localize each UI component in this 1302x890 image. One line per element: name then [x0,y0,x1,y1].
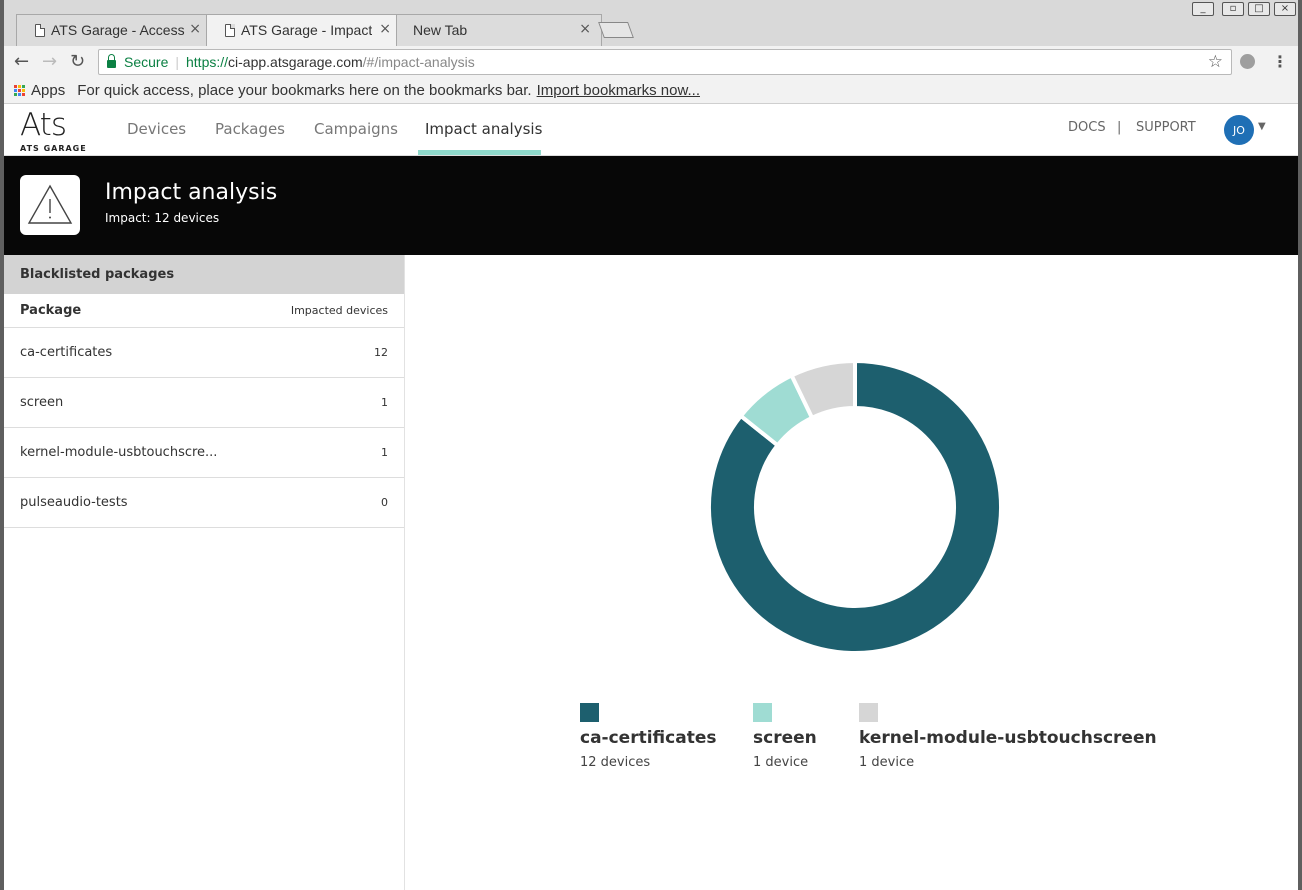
import-bookmarks-link[interactable]: Import bookmarks now... [537,82,700,99]
minimize-icon[interactable]: _ [1192,2,1214,16]
package-name: ca-certificates [20,345,113,360]
apps-link[interactable]: Apps [31,82,65,99]
column-impacted-devices: Impacted devices [290,304,388,317]
url-path: /#/impact-analysis [362,54,475,70]
table-row[interactable]: kernel-module-usbtouchscre... 1 [4,428,404,478]
ats-logo[interactable]: Ats ATS GARAGE [20,108,87,153]
divider: | [175,54,179,70]
impacted-count: 1 [381,396,388,409]
menu-icon[interactable]: ⋮ [1272,52,1288,71]
back-icon[interactable]: ← [14,51,29,72]
docs-link[interactable]: DOCS [1068,120,1106,135]
close-window-icon[interactable]: × [1274,2,1296,16]
page-icon [225,23,235,37]
panel-heading: Blacklisted packages [4,255,404,294]
tab-title: ATS Garage - Impact [241,22,373,38]
close-tab-icon[interactable]: × [189,21,201,37]
page-icon [35,23,45,37]
impacted-count: 12 [374,346,388,359]
avatar[interactable]: JO [1224,115,1254,145]
browser-toolbar: ← → ↻ Secure | https:// ci-app.atsgarage… [4,46,1298,78]
package-name: screen [20,395,64,410]
table-header: Package Impacted devices [4,294,404,328]
apps-icon[interactable] [14,85,25,96]
bookmarks-hint: For quick access, place your bookmarks h… [77,82,532,99]
app-header: Ats ATS GARAGE Devices Packages Campaign… [4,104,1298,156]
legend-label: kernel-module-usbtouchscreen [859,728,1157,748]
reload-icon[interactable]: ↻ [70,51,85,72]
legend-item: screen 1 device [753,703,817,770]
tab-access[interactable]: ATS Garage - Access × [16,14,212,46]
close-tab-icon[interactable]: × [379,21,391,37]
legend-label: screen [753,728,817,748]
package-name: kernel-module-usbtouchscre... [20,445,218,460]
package-name: pulseaudio-tests [20,495,128,510]
tab-title: New Tab [413,22,468,38]
nav-separator: | [1117,120,1122,135]
bookmark-star-icon[interactable]: ☆ [1208,52,1223,72]
url-host: ci-app.atsgarage.com [228,54,363,70]
support-link[interactable]: SUPPORT [1136,120,1196,135]
nav-impact-analysis[interactable]: Impact analysis [425,120,542,138]
column-package: Package [20,303,82,318]
table-row[interactable]: ca-certificates 12 [4,328,404,378]
tab-strip: _ ▫ □ × ATS Garage - Access × ATS Garage… [4,0,1298,46]
legend-label: ca-certificates [580,728,717,748]
legend-item: kernel-module-usbtouchscreen 1 device [859,703,1157,770]
active-nav-indicator [418,150,541,155]
legend-value: 1 device [859,755,915,770]
bookmarks-bar: Apps For quick access, place your bookma… [4,78,1298,104]
chevron-down-icon[interactable]: ▼ [1258,121,1266,132]
lock-icon [107,53,116,68]
logo-mark: Ats [20,107,67,143]
legend-swatch [580,703,599,722]
impact-chart-area: ca-certificates 12 devices screen 1 devi… [405,255,1298,890]
page-hero: Impact analysis Impact: 12 devices [4,156,1298,255]
nav-campaigns[interactable]: Campaigns [314,120,398,138]
url-scheme: https:// [186,54,229,70]
legend-swatch [753,703,772,722]
secure-label: Secure [124,54,169,70]
blacklisted-packages-panel: Blacklisted packages Package Impacted de… [4,255,405,890]
browser-window: _ ▫ □ × ATS Garage - Access × ATS Garage… [4,0,1298,890]
address-bar[interactable]: Secure | https:// ci-app.atsgarage.com /… [98,49,1232,75]
page-title: Impact analysis [105,180,278,205]
close-tab-icon[interactable]: × [579,21,591,37]
impacted-count: 0 [381,496,388,509]
tab-title: ATS Garage - Access [51,22,185,38]
maximize-icon[interactable]: □ [1248,2,1270,16]
tab-new[interactable]: New Tab × [396,14,602,46]
restore-icon[interactable]: ▫ [1222,2,1244,16]
legend-value: 12 devices [580,755,651,770]
legend-item: ca-certificates 12 devices [580,703,716,770]
forward-icon[interactable]: → [42,51,57,72]
legend-swatch [859,703,878,722]
table-row[interactable]: screen 1 [4,378,404,428]
nav-devices[interactable]: Devices [127,120,186,138]
donut-chart [707,358,1003,655]
warning-icon [20,175,80,235]
legend-value: 1 device [753,755,809,770]
impacted-count: 1 [381,446,388,459]
logo-subtitle: ATS GARAGE [20,144,87,153]
new-tab-button[interactable] [598,22,634,38]
extension-icon[interactable] [1240,54,1255,69]
table-row[interactable]: pulseaudio-tests 0 [4,478,404,528]
tab-impact[interactable]: ATS Garage - Impact × [206,14,402,46]
impact-summary: Impact: 12 devices [105,211,220,225]
nav-packages[interactable]: Packages [215,120,285,138]
